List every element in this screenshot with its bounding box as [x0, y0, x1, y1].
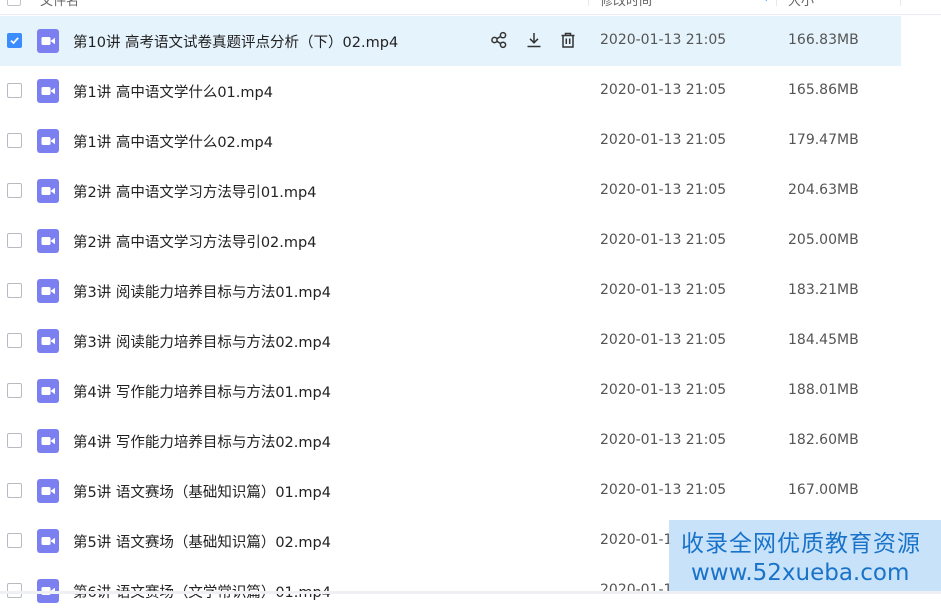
file-row[interactable]: 第1讲 高中语文学什么02.mp4 2020-01-13 21:05 179.47M… — [0, 116, 901, 166]
file-size: 188.01MB — [788, 382, 859, 398]
file-size: 182.60MB — [788, 432, 859, 448]
watermark-url: www.52xueba.com — [691, 560, 910, 586]
video-file-icon — [37, 279, 59, 303]
file-name[interactable]: 第1讲 高中语文学什么01.mp4 — [73, 81, 273, 102]
row-checkbox[interactable] — [7, 83, 22, 98]
file-modified-time: 2020-01-13 21:05 — [600, 482, 727, 498]
video-file-icon — [37, 129, 59, 153]
column-divider — [900, 0, 901, 6]
file-row[interactable]: 第4讲 写作能力培养目标与方法01.mp4 2020-01-13 21:05 188… — [0, 366, 901, 416]
file-modified-time: 2020-01-1 — [600, 532, 673, 548]
file-name[interactable]: 第10讲 高考语文试卷真题评点分析（下）02.mp4 — [73, 31, 398, 52]
row-checkbox[interactable] — [7, 333, 22, 348]
file-modified-time: 2020-01-13 21:05 — [600, 182, 727, 198]
file-name[interactable]: 第2讲 高中语文学习方法导引01.mp4 — [73, 181, 316, 202]
file-size: 204.63MB — [788, 182, 859, 198]
file-size: 205.00MB — [788, 232, 859, 248]
file-name[interactable]: 第4讲 写作能力培养目标与方法01.mp4 — [73, 381, 331, 402]
sort-arrow-icon[interactable]: ▼ — [762, 0, 770, 3]
video-file-icon — [37, 229, 59, 253]
row-checkbox[interactable] — [7, 133, 22, 148]
file-name[interactable]: 第3讲 阅读能力培养目标与方法01.mp4 — [73, 281, 331, 302]
row-checkbox[interactable] — [7, 433, 22, 448]
video-file-icon — [37, 379, 59, 403]
file-size: 166.83MB — [788, 32, 859, 48]
file-modified-time: 2020-01-13 21:05 — [600, 282, 727, 298]
file-size: 165.86MB — [788, 82, 859, 98]
file-name[interactable]: 第5讲 语文赛场（基础知识篇）02.mp4 — [73, 531, 331, 552]
file-row[interactable]: 第2讲 高中语文学习方法导引02.mp4 2020-01-13 21:05 205.… — [0, 216, 901, 266]
file-modified-time: 2020-01-13 21:05 — [600, 382, 727, 398]
file-list-header: 文件名 修改时间 ▼ 大小 — [0, 0, 941, 15]
file-modified-time: 2020-01-13 21:05 — [600, 32, 727, 48]
file-row[interactable]: 第2讲 高中语文学习方法导引01.mp4 2020-01-13 21:05 204.… — [0, 166, 901, 216]
row-checkbox[interactable] — [7, 33, 22, 48]
video-file-icon — [37, 329, 59, 353]
file-row[interactable]: 第1讲 高中语文学什么01.mp4 2020-01-13 21:05 165.86M… — [0, 66, 901, 116]
file-size: 179.47MB — [788, 132, 859, 148]
share-icon[interactable] — [490, 31, 510, 51]
file-modified-time: 2020-01-13 21:05 — [600, 232, 727, 248]
row-checkbox[interactable] — [7, 483, 22, 498]
select-all-checkbox[interactable] — [7, 0, 21, 6]
file-modified-time: 2020-01-13 21:05 — [600, 432, 727, 448]
file-name[interactable]: 第5讲 语文赛场（基础知识篇）01.mp4 — [73, 481, 331, 502]
file-modified-time: 2020-01-13 21:05 — [600, 132, 727, 148]
file-name[interactable]: 第4讲 写作能力培养目标与方法02.mp4 — [73, 431, 331, 452]
video-file-icon — [37, 79, 59, 103]
file-modified-time: 2020-01-13 21:05 — [600, 82, 727, 98]
watermark-banner: 收录全网优质教育资源 www.52xueba.com — [669, 520, 941, 594]
file-size: 184.45MB — [788, 332, 859, 348]
row-checkbox[interactable] — [7, 183, 22, 198]
file-row[interactable]: 第3讲 阅读能力培养目标与方法02.mp4 2020-01-13 21:05 184… — [0, 316, 901, 366]
file-row[interactable]: 第4讲 写作能力培养目标与方法02.mp4 2020-01-13 21:05 182… — [0, 416, 901, 466]
file-row[interactable]: 第10讲 高考语文试卷真题评点分析（下）02.mp4 2020-01-13 21:… — [0, 16, 901, 66]
column-header-time[interactable]: 修改时间 — [600, 0, 652, 9]
video-file-icon — [37, 429, 59, 453]
file-size: 167.00MB — [788, 482, 859, 498]
video-file-icon — [37, 179, 59, 203]
video-file-icon — [37, 29, 59, 53]
file-size: 183.21MB — [788, 282, 859, 298]
file-name[interactable]: 第2讲 高中语文学习方法导引02.mp4 — [73, 231, 316, 252]
video-file-icon — [37, 529, 59, 553]
row-checkbox[interactable] — [7, 233, 22, 248]
file-modified-time: 2020-01-1 — [600, 582, 673, 598]
delete-icon[interactable] — [559, 31, 579, 51]
file-modified-time: 2020-01-13 21:05 — [600, 332, 727, 348]
column-divider — [588, 0, 589, 6]
row-checkbox[interactable] — [7, 283, 22, 298]
file-row[interactable]: 第3讲 阅读能力培养目标与方法01.mp4 2020-01-13 21:05 183… — [0, 266, 901, 316]
column-divider — [776, 0, 777, 6]
file-name[interactable]: 第1讲 高中语文学什么02.mp4 — [73, 131, 273, 152]
file-row[interactable]: 第5讲 语文赛场（基础知识篇）01.mp4 2020-01-13 21:05 167… — [0, 466, 901, 516]
video-file-icon — [37, 479, 59, 503]
row-checkbox[interactable] — [7, 383, 22, 398]
row-checkbox[interactable] — [7, 533, 22, 548]
download-icon[interactable] — [525, 31, 545, 51]
column-header-name[interactable]: 文件名 — [40, 0, 79, 9]
file-name[interactable]: 第3讲 阅读能力培养目标与方法02.mp4 — [73, 331, 331, 352]
watermark-text: 收录全网优质教育资源 — [681, 531, 921, 557]
column-header-size[interactable]: 大小 — [788, 0, 814, 9]
